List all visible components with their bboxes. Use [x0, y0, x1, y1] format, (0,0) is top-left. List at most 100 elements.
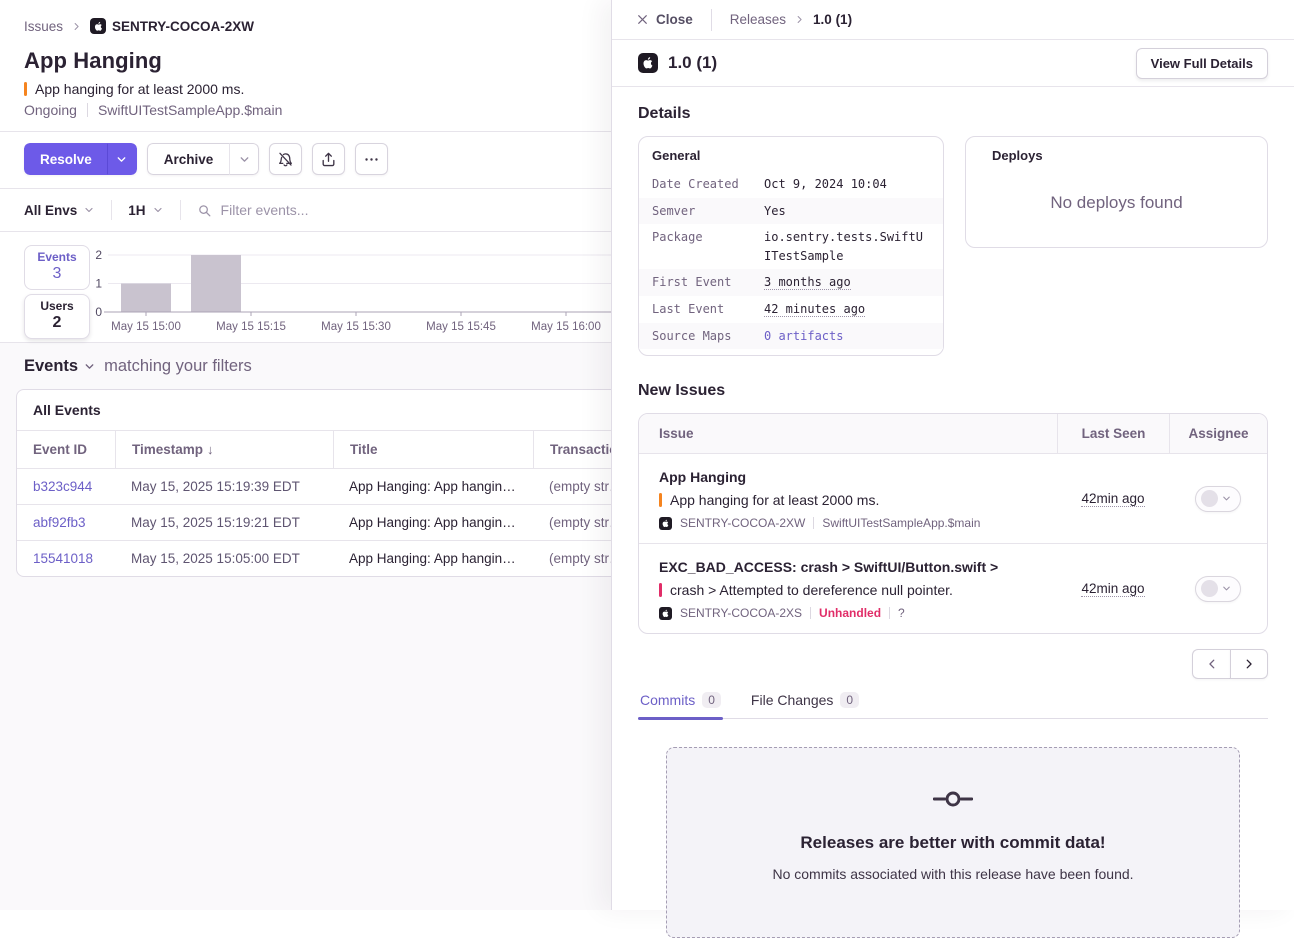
share-button[interactable] — [312, 143, 345, 175]
chevron-down-icon — [1221, 493, 1232, 504]
svg-text:May 15 15:15: May 15 15:15 — [216, 321, 286, 333]
issue-project-slug: SENTRY-COCOA-2XS — [680, 606, 802, 620]
mute-notifications-button[interactable] — [269, 143, 302, 175]
kv-value: 3 months ago — [764, 273, 930, 292]
commits-empty-state: Releases are better with commit data! No… — [666, 747, 1240, 938]
event-timestamp: May 15, 2025 15:19:39 EDT — [115, 469, 333, 504]
view-full-details-button[interactable]: View Full Details — [1136, 48, 1268, 79]
environment-selector-label: All Envs — [24, 203, 77, 218]
commits-empty-subtitle: No commits associated with this release … — [687, 866, 1219, 882]
column-header-timestamp[interactable]: Timestamp↓ — [115, 431, 333, 468]
filter-events-input[interactable] — [221, 202, 441, 218]
resolve-button[interactable]: Resolve — [24, 143, 108, 175]
events-heading-suffix: matching your filters — [104, 357, 252, 376]
tab-commits-count: 0 — [702, 692, 721, 708]
close-drawer-button[interactable]: Close — [636, 12, 693, 27]
issue-context: SwiftUITestSampleApp.$main — [98, 102, 282, 118]
events-dropdown[interactable]: Events — [24, 357, 96, 376]
svg-text:May 15 15:00: May 15 15:00 — [111, 321, 181, 333]
svg-text:May 15 15:30: May 15 15:30 — [321, 321, 391, 333]
svg-text:May 15 15:45: May 15 15:45 — [426, 321, 496, 333]
breadcrumb-releases-link[interactable]: Releases — [730, 12, 786, 27]
column-header-issue: Issue — [639, 414, 1057, 453]
issue-last-seen: 42min ago — [1081, 491, 1144, 507]
general-card-title: General — [639, 148, 943, 171]
next-page-button[interactable] — [1230, 649, 1268, 679]
event-id-link[interactable]: abf92fb3 — [17, 505, 115, 540]
sort-descending-icon: ↓ — [207, 442, 214, 457]
event-transaction: (empty str… — [533, 505, 611, 540]
table-row[interactable]: abf92fb3 May 15, 2025 15:19:21 EDT App H… — [17, 504, 611, 540]
chevron-right-icon — [1242, 657, 1256, 671]
environment-selector[interactable]: All Envs — [24, 203, 95, 218]
divider — [889, 607, 890, 619]
general-card: General Date Created Oct 9, 2024 10:04 S… — [638, 136, 944, 356]
apple-platform-icon — [638, 53, 658, 73]
divider — [810, 607, 811, 619]
issue-row[interactable]: EXC_BAD_ACCESS: crash > SwiftUI/Button.s… — [639, 543, 1267, 633]
events-count-label: Events — [25, 250, 89, 264]
general-row: Source Maps 0 artifacts — [639, 323, 943, 350]
event-id-link[interactable]: 15541018 — [17, 541, 115, 576]
first-event-relative-time: 3 months ago — [764, 275, 851, 290]
kv-key: Package — [652, 228, 764, 265]
issue-link[interactable]: App Hanging — [659, 469, 1037, 485]
column-header-event-id[interactable]: Event ID — [17, 431, 115, 468]
events-dropdown-label: Events — [24, 357, 78, 376]
release-tabs: Commits 0 File Changes 0 — [638, 686, 1268, 719]
event-transaction: (empty str… — [533, 469, 611, 504]
apple-platform-icon — [659, 517, 672, 530]
release-title: 1.0 (1) — [668, 53, 717, 73]
release-titlebar: 1.0 (1) View Full Details — [612, 40, 1294, 87]
breadcrumb-issues-link[interactable]: Issues — [24, 19, 63, 34]
issue-context: SwiftUITestSampleApp.$main — [822, 516, 980, 530]
time-range-label: 1H — [128, 203, 145, 218]
issue-status: Ongoing — [24, 102, 77, 118]
commit-icon — [933, 790, 973, 808]
kv-key: Date Created — [652, 175, 764, 194]
archive-button[interactable]: Archive — [147, 143, 231, 175]
last-event-relative-time: 42 minutes ago — [764, 302, 865, 317]
table-row[interactable]: 15541018 May 15, 2025 15:05:00 EDT App H… — [17, 540, 611, 576]
deploys-empty-message: No deploys found — [979, 193, 1254, 213]
kv-value: 0 artifacts — [764, 327, 930, 346]
previous-page-button[interactable] — [1192, 649, 1230, 679]
users-count-toggle[interactable]: Users 2 — [24, 294, 90, 339]
tab-file-changes-label: File Changes — [751, 692, 834, 708]
column-header-title[interactable]: Title — [333, 431, 533, 468]
time-range-selector[interactable]: 1H — [128, 203, 163, 218]
column-header-transaction[interactable]: Transaction — [533, 431, 611, 468]
tab-file-changes[interactable]: File Changes 0 — [749, 686, 861, 718]
event-timestamp: May 15, 2025 15:05:00 EDT — [115, 541, 333, 576]
chevron-down-icon — [83, 204, 95, 216]
svg-text:1: 1 — [95, 277, 102, 291]
assignee-dropdown[interactable] — [1195, 486, 1241, 512]
archive-dropdown-button[interactable] — [230, 143, 259, 175]
issue-message: App hanging for at least 2000 ms. — [670, 492, 879, 508]
chevron-right-icon — [71, 21, 82, 32]
chevron-left-icon — [1205, 657, 1219, 671]
chevron-down-icon — [1221, 583, 1232, 594]
close-label: Close — [656, 12, 693, 27]
bell-slash-icon — [277, 151, 294, 168]
table-row[interactable]: b323c944 May 15, 2025 15:19:39 EDT App H… — [17, 468, 611, 504]
breadcrumb-project[interactable]: SENTRY-COCOA-2XW — [90, 18, 254, 34]
assignee-dropdown[interactable] — [1195, 576, 1241, 602]
all-events-table: All Events Event ID Timestamp↓ Title Tra… — [16, 389, 611, 577]
issue-level-indicator — [24, 82, 27, 96]
issue-action-toolbar: Resolve Archive — [0, 131, 611, 188]
help-question-icon: ? — [898, 606, 905, 620]
more-actions-button[interactable] — [355, 143, 388, 175]
apple-platform-icon — [90, 18, 106, 34]
event-id-link[interactable]: b323c944 — [17, 469, 115, 504]
deploys-card: Deploys No deploys found — [965, 136, 1268, 248]
issue-link[interactable]: EXC_BAD_ACCESS: crash > SwiftUI/Button.s… — [659, 559, 1037, 575]
tab-commits[interactable]: Commits 0 — [638, 686, 723, 718]
issue-row[interactable]: App Hanging App hanging for at least 200… — [639, 453, 1267, 543]
resolve-dropdown-button[interactable] — [108, 143, 137, 175]
general-row: Semver Yes — [639, 198, 943, 225]
source-maps-link[interactable]: 0 artifacts — [764, 329, 843, 343]
event-title: App Hanging: App hangin… — [333, 541, 533, 576]
upload-icon — [320, 151, 337, 168]
events-count-toggle[interactable]: Events 3 — [24, 245, 90, 290]
